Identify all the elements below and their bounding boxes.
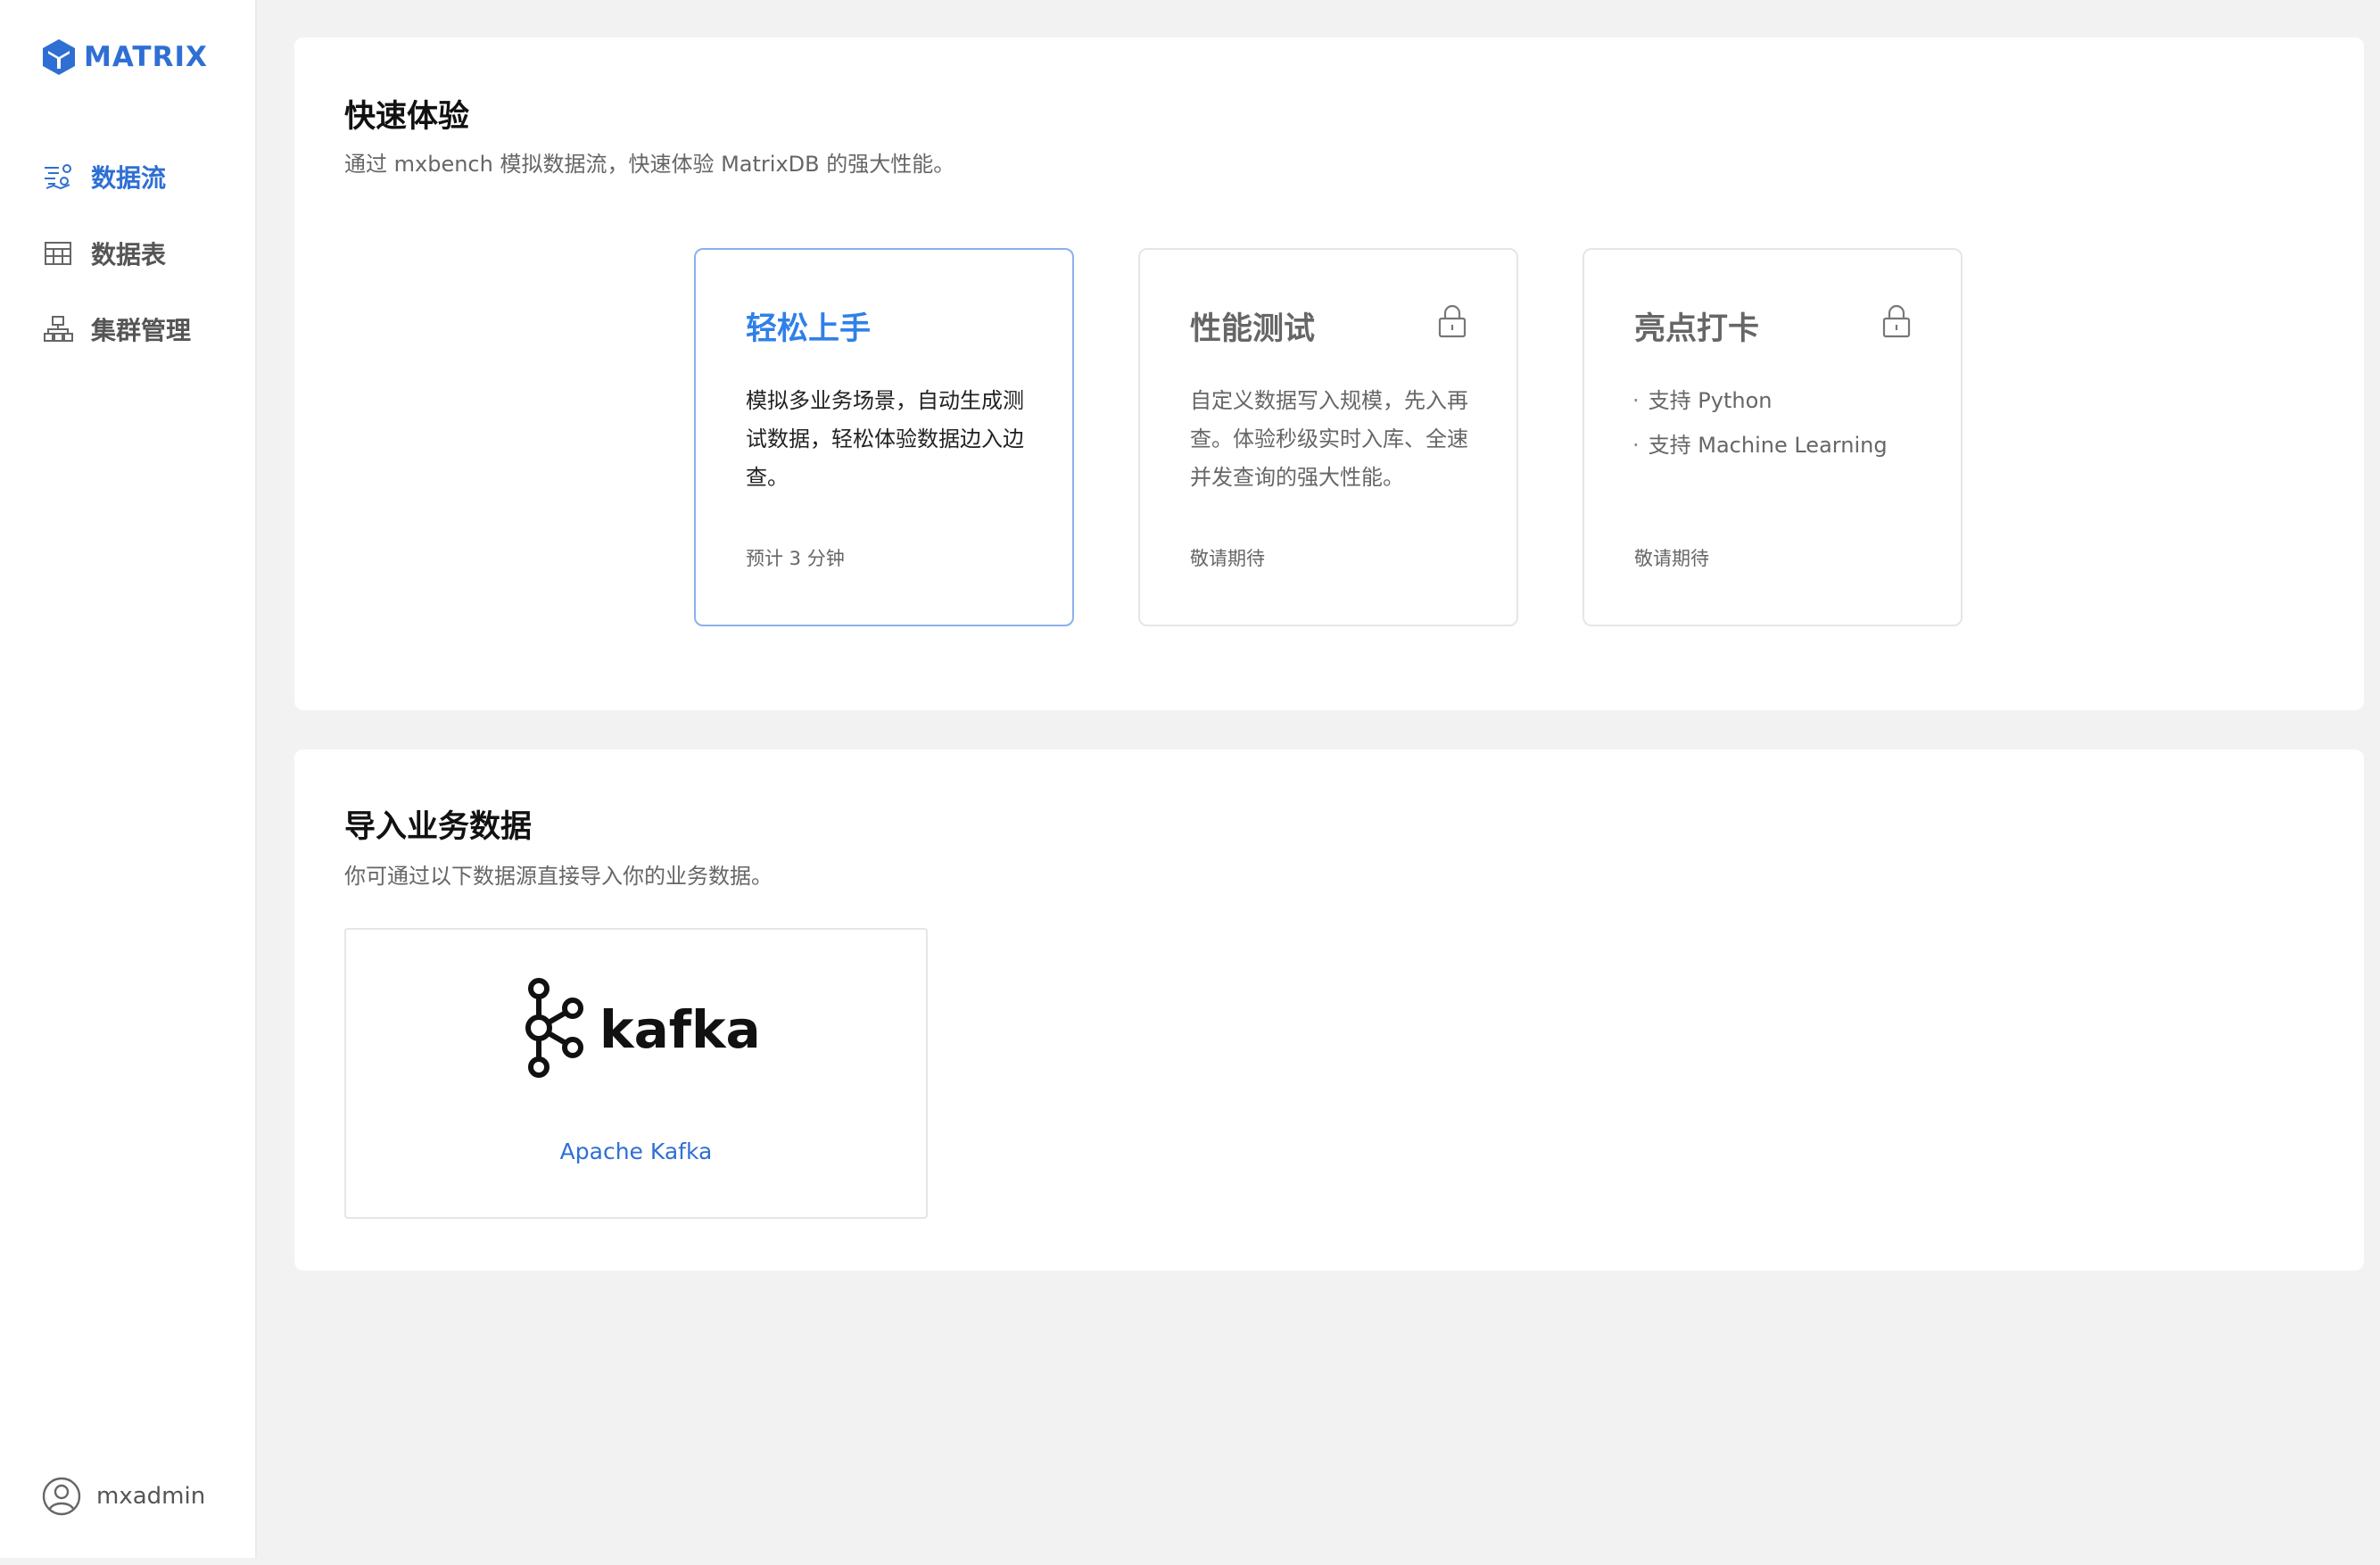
sidebar-item-cluster-management[interactable]: 集群管理	[43, 311, 191, 347]
card-footer: 敬请期待	[1190, 548, 1265, 569]
card-performance-test[interactable]: 性能测试 自定义数据写入规模，先入再查。体验秒级实时入库、全速并发查询的强大性能…	[1138, 248, 1518, 626]
brand-logo[interactable]: MATRIX	[39, 37, 208, 77]
matrix-cube-icon	[43, 39, 75, 75]
table-icon	[45, 242, 71, 265]
sidebar-item-label: 数据表	[91, 240, 167, 269]
list-item: · 支持 Machine Learning	[1632, 433, 1888, 458]
sidebar-item-label: 集群管理	[91, 316, 192, 345]
lock-icon	[1438, 304, 1467, 338]
lock-icon	[1882, 304, 1911, 338]
card-title: 轻松上手	[746, 311, 872, 347]
section-title: 导入业务数据	[344, 809, 533, 845]
card-footer: 敬请期待	[1634, 548, 1709, 569]
data-stream-icon	[45, 164, 71, 190]
card-title: 亮点打卡	[1634, 311, 1760, 347]
sidebar: MATRIX 数据流 数据表 集群管理 mxadmin	[0, 0, 257, 1558]
import-data-panel: 导入业务数据 你可通过以下数据源直接导入你的业务数据。 kafka Apache…	[294, 749, 2364, 1271]
section-description: 通过 mxbench 模拟数据流，快速体验 MatrixDB 的强大性能。	[344, 152, 955, 177]
section-description: 你可通过以下数据源直接导入你的业务数据。	[344, 864, 773, 889]
cluster-icon	[44, 316, 73, 342]
feature-list: · 支持 Python · 支持 Machine Learning	[1632, 378, 1888, 468]
card-body: 自定义数据写入规模，先入再查。体验秒级实时入库、全速并发查询的强大性能。	[1190, 388, 1468, 490]
card-highlights[interactable]: 亮点打卡 · 支持 Python · 支持 Machine Learning 敬请期…	[1583, 248, 1963, 626]
quick-start-panel: 快速体验 通过 mxbench 模拟数据流，快速体验 MatrixDB 的强大性…	[294, 37, 2364, 710]
sidebar-item-data-table[interactable]: 数据表	[43, 236, 166, 271]
svg-text:kafka: kafka	[599, 999, 760, 1060]
user-name: mxadmin	[96, 1483, 206, 1510]
card-title: 性能测试	[1190, 311, 1316, 347]
kafka-logo: kafka	[525, 978, 760, 1078]
sidebar-item-data-stream[interactable]: 数据流	[43, 159, 166, 195]
card-footer: 预计 3 分钟	[746, 548, 845, 569]
card-easy-start[interactable]: 轻松上手 模拟多业务场景，自动生成测试数据，轻松体验数据边入边查。 预计 3 分…	[694, 248, 1074, 626]
card-body: 模拟多业务场景，自动生成测试数据，轻松体验数据边入边查。	[746, 388, 1024, 490]
brand-name: MATRIX	[84, 41, 208, 73]
user-avatar-icon	[42, 1477, 81, 1516]
user-account[interactable]: mxadmin	[41, 1476, 205, 1517]
section-title: 快速体验	[344, 99, 470, 135]
source-tile-kafka[interactable]: kafka Apache Kafka	[344, 928, 928, 1219]
source-label: Apache Kafka	[559, 1139, 713, 1164]
list-item: · 支持 Python	[1632, 388, 1773, 413]
sidebar-item-label: 数据流	[91, 163, 167, 193]
